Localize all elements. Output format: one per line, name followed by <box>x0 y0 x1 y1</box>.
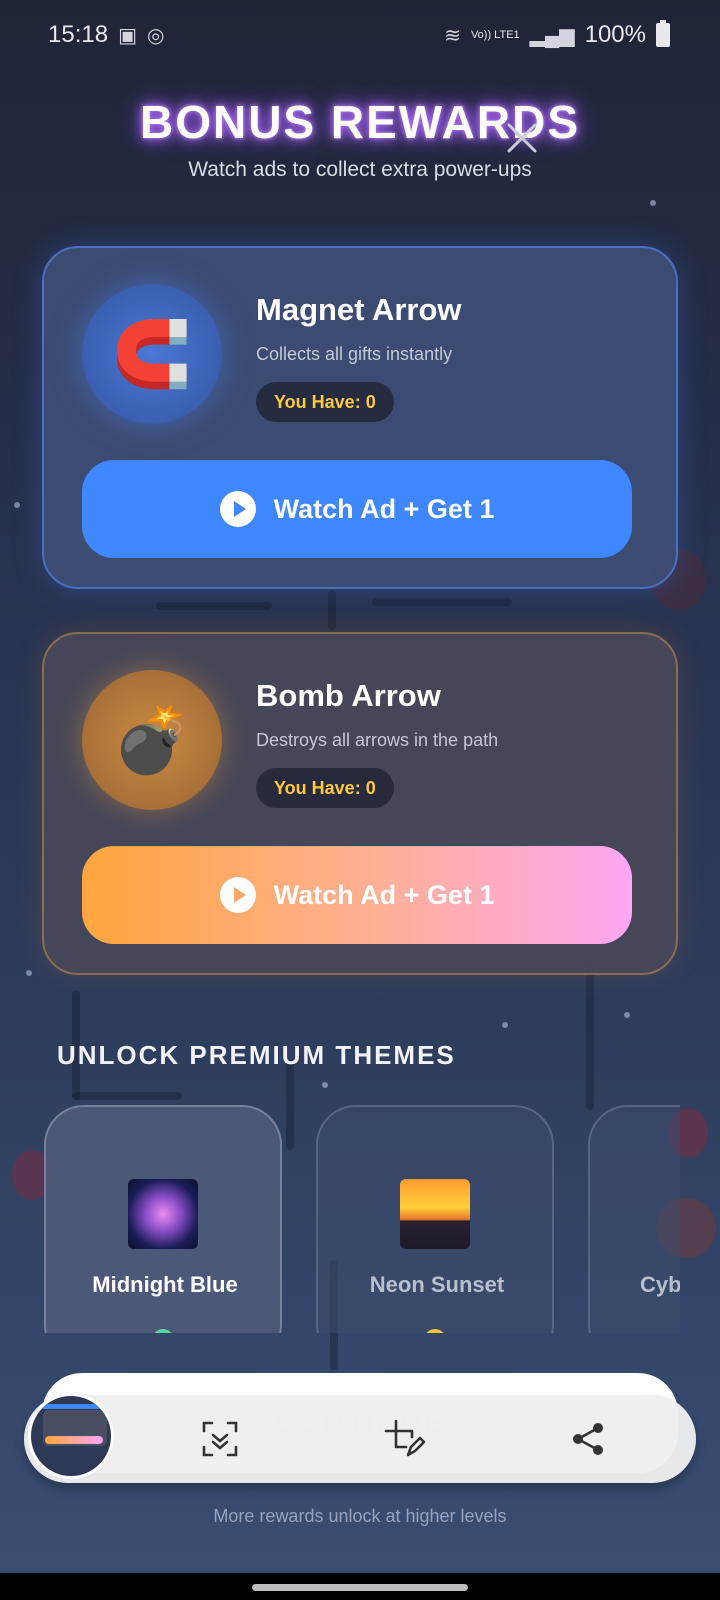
close-button[interactable] <box>502 118 542 158</box>
theme-card-partial[interactable]: Cyb <box>588 1105 680 1333</box>
signal-icon: ▂▄▆ <box>529 24 575 47</box>
bg-arrow-line <box>156 602 272 610</box>
share-button[interactable] <box>562 1413 614 1465</box>
share-icon <box>573 1423 603 1455</box>
crop-edit-button[interactable] <box>378 1413 430 1465</box>
theme-name: Neon Sunset <box>369 1272 505 1297</box>
battery-percent: 100% <box>584 21 646 48</box>
magnet-icon: 🧲 <box>82 284 222 424</box>
themes-section-title: UNLOCK PREMIUM THEMES <box>57 1040 456 1070</box>
carrier-label: Vo)) LTE1 <box>470 28 520 41</box>
footer-hint: More rewards unlock at higher levels <box>213 1506 507 1526</box>
powerup-card-bomb: 💣 Bomb Arrow Destroys all arrows in the … <box>42 632 678 975</box>
gallery-icon: ▣ <box>118 24 137 47</box>
inventory-badge: You Have: 0 <box>256 768 394 808</box>
close-icon <box>507 123 537 153</box>
home-gesture-handle[interactable] <box>252 1584 468 1591</box>
sparkle <box>322 1082 328 1088</box>
inventory-badge: You Have: 0 <box>256 382 394 422</box>
powerup-title: Bomb Arrow <box>256 678 441 713</box>
theme-name: Cyb <box>640 1272 680 1297</box>
status-time: 15:18 <box>48 21 109 48</box>
watch-ad-bomb-button[interactable]: Watch Ad + Get 1 <box>82 846 632 944</box>
screenshot-toolbar <box>24 1393 696 1483</box>
watch-ad-label: Watch Ad + Get 1 <box>273 493 495 524</box>
bg-arrow-line <box>328 590 336 630</box>
page-subtitle: Watch ads to collect extra power-ups <box>188 158 532 181</box>
screenshot-thumbnail[interactable] <box>28 1393 114 1479</box>
powerup-title: Magnet Arrow <box>256 292 462 327</box>
battery-icon <box>656 20 670 47</box>
scan-icon <box>202 1421 238 1457</box>
sparkle <box>14 502 20 508</box>
page-title: BONUS REWARDS <box>139 96 581 148</box>
thumbnail-detail <box>45 1436 103 1444</box>
galaxy-image <box>128 1179 198 1249</box>
status-bar: 15:18 ▣ ◎ ≋ Vo)) LTE1 ▂▄▆ 100% <box>0 0 720 70</box>
bg-arrow-line <box>72 1092 182 1100</box>
watch-ad-magnet-button[interactable]: Watch Ad + Get 1 <box>82 460 632 558</box>
bg-arrow-line <box>586 960 594 1110</box>
powerup-description: Collects all gifts instantly <box>256 344 453 364</box>
wifi-icon: ≋ <box>444 24 461 47</box>
sparkle <box>650 200 656 206</box>
status-right: ≋ Vo)) LTE1 ▂▄▆ 100% <box>444 20 670 49</box>
theme-status-dot <box>424 1329 446 1333</box>
crop-edit-icon <box>384 1419 426 1457</box>
theme-status-dot <box>152 1329 174 1333</box>
status-left: 15:18 ▣ ◎ <box>48 21 164 49</box>
scan-button[interactable] <box>194 1413 246 1465</box>
themes-carousel[interactable]: Midnight Blue Neon Sunset Cyb <box>0 1105 680 1333</box>
powerup-card-magnet: 🧲 Magnet Arrow Collects all gifts instan… <box>42 246 678 589</box>
theme-card-neon-sunset[interactable]: Neon Sunset <box>316 1105 554 1333</box>
bomb-icon: 💣 <box>82 670 222 810</box>
sparkle <box>502 1022 508 1028</box>
powerup-description: Destroys all arrows in the path <box>256 730 499 750</box>
sparkle <box>26 970 32 976</box>
whatsapp-icon: ◎ <box>146 24 165 47</box>
thumbnail-detail <box>41 1404 107 1409</box>
theme-name: Midnight Blue <box>92 1272 238 1297</box>
theme-card-midnight-blue[interactable]: Midnight Blue <box>44 1105 282 1333</box>
play-icon <box>219 877 256 913</box>
bg-arrow-line <box>372 598 512 606</box>
watch-ad-label: Watch Ad + Get 1 <box>273 879 495 910</box>
play-icon <box>219 491 256 527</box>
city-sunset-image <box>400 1179 470 1249</box>
sparkle <box>624 1012 630 1018</box>
